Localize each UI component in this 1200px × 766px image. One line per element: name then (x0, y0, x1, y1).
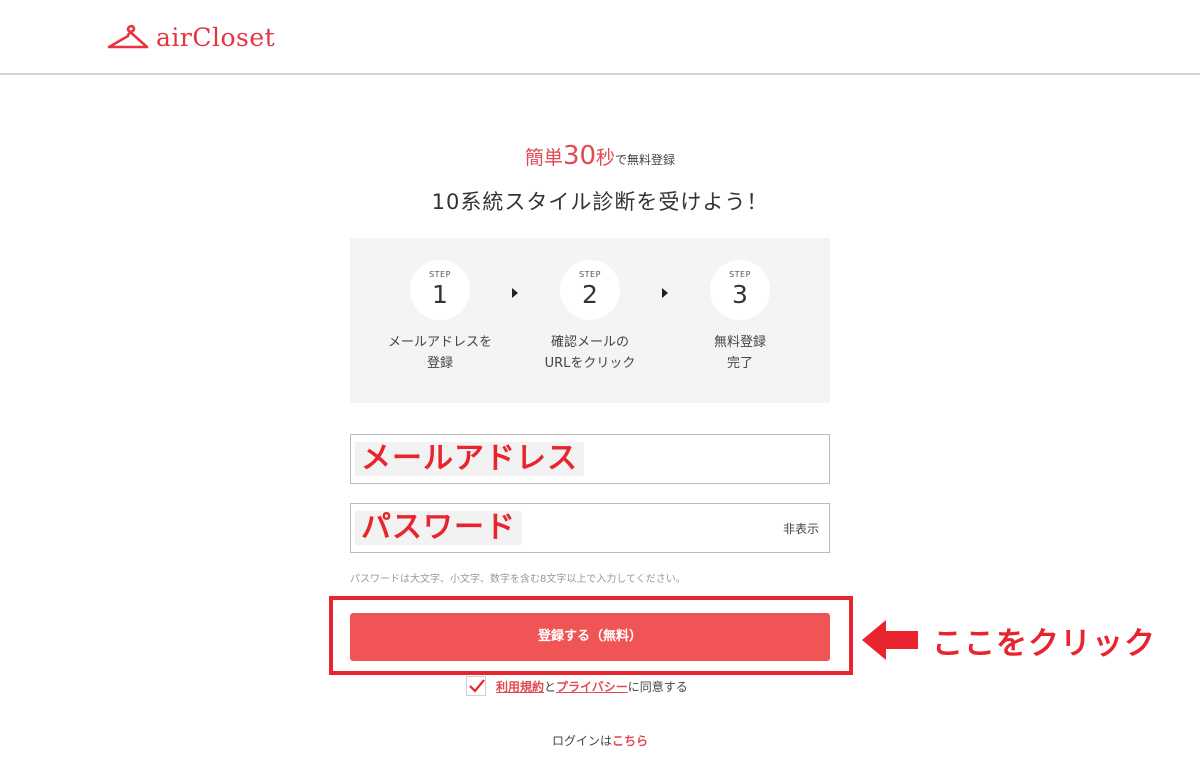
password-visibility-toggle[interactable]: 非表示 (783, 520, 819, 537)
agree-checkbox[interactable] (466, 676, 486, 696)
step-2-label: STEP (579, 270, 601, 279)
login-link[interactable]: こちら (612, 734, 648, 748)
hanger-icon (107, 24, 149, 49)
checkmark-icon (469, 679, 485, 693)
password-annotation: パスワード (355, 511, 522, 545)
lead-text: 簡単30秒で無料登録 (0, 141, 1200, 171)
step-1: STEP 1 メールアドレスを 登録 (370, 260, 510, 374)
agreement-connector: と (544, 679, 557, 694)
callout-text: ここをクリック (932, 626, 1156, 662)
lead-suffix: で無料登録 (615, 153, 676, 167)
step-3-number: 3 (732, 280, 748, 309)
step-3: STEP 3 無料登録 完了 (670, 260, 810, 374)
site-header: airCloset (0, 0, 1200, 75)
brand-logo[interactable]: airCloset (106, 20, 275, 54)
lead-unit: 秒 (596, 147, 616, 169)
step-2-circle: STEP 2 (560, 260, 620, 320)
privacy-link[interactable]: プライバシー (556, 678, 628, 695)
step-1-number: 1 (432, 280, 448, 309)
step-2-desc: 確認メールの URLをクリック (544, 335, 636, 371)
step-2: STEP 2 確認メールの URLをクリック (520, 260, 660, 374)
step-3-desc: 無料登録 完了 (713, 335, 766, 371)
email-annotation: メールアドレス (355, 442, 584, 476)
step-1-desc: メールアドレスを 登録 (387, 335, 492, 371)
register-button[interactable]: 登録する（無料） (350, 613, 830, 661)
lead-prefix: 簡単 (524, 147, 563, 169)
step-1-label: STEP (429, 270, 451, 279)
agreement-row: 利用規約 と プライバシー に同意する (466, 676, 688, 696)
password-field[interactable]: パスワード 非表示 (350, 503, 830, 553)
step-arrow-icon (662, 288, 668, 298)
page-title: 10系統スタイル診断を受けよう！ (431, 190, 769, 214)
agreement-suffix: に同意する (627, 679, 688, 694)
login-row: ログインはこちら (0, 732, 1200, 749)
lead-number: 30 (562, 141, 597, 171)
email-field[interactable]: メールアドレス (350, 434, 830, 484)
step-1-circle: STEP 1 (410, 260, 470, 320)
step-3-circle: STEP 3 (710, 260, 770, 320)
steps-panel: STEP 1 メールアドレスを 登録 STEP 2 確認メールの URLをクリッ… (350, 238, 830, 403)
step-2-number: 2 (582, 280, 598, 309)
terms-link[interactable]: 利用規約 (496, 678, 544, 695)
brand-name: airCloset (156, 22, 276, 52)
step-arrow-icon (512, 288, 518, 298)
step-3-label: STEP (729, 270, 751, 279)
password-hint: パスワードは大文字、小文字、数字を含む8文字以上で入力してください。 (350, 574, 686, 585)
login-prefix: ログインは (551, 734, 612, 748)
left-arrow-icon (862, 620, 918, 660)
